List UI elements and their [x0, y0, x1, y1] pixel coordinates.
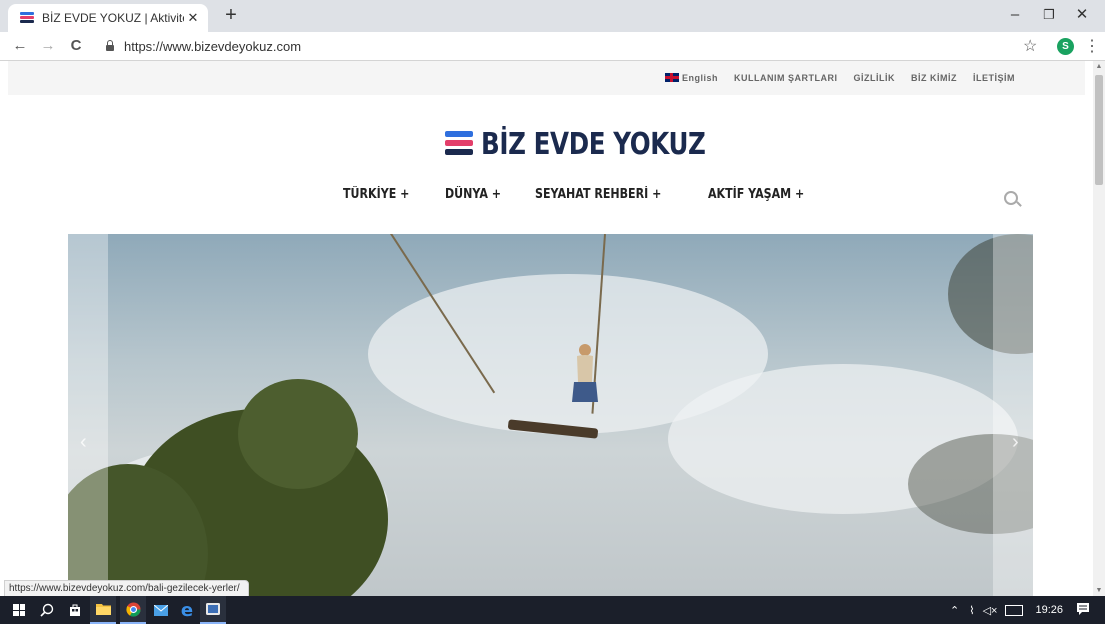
mail-icon[interactable] [148, 596, 174, 624]
logo-text: BİZ EVDE YOKUZ [481, 126, 706, 162]
edge-icon[interactable]: e [174, 596, 200, 624]
terms-link[interactable]: KULLANIM ŞARTLARI [734, 73, 838, 83]
address-bar[interactable]: https://www.bizevdeyokuz.com [102, 35, 1062, 57]
site-top-bar: English KULLANIM ŞARTLARI GİZLİLİK BİZ K… [8, 61, 1085, 95]
browser-toolbar: ← → C https://www.bizevdeyokuz.com ☆ S ⋮ [0, 32, 1105, 61]
start-button[interactable] [6, 596, 32, 624]
store-icon[interactable] [62, 596, 88, 624]
system-tray: ⌃ ⌇ ◁× 19:26 [950, 596, 1090, 624]
browser-tab[interactable]: BİZ EVDE YOKUZ | Aktivite, Mace ✕ [8, 4, 208, 32]
url-text: https://www.bizevdeyokuz.com [124, 38, 302, 54]
about-link[interactable]: BİZ KİMİZ [911, 73, 957, 83]
speaker-muted-icon[interactable]: ◁× [983, 604, 998, 617]
tray-chevron-up-icon[interactable]: ⌃ [950, 604, 959, 617]
slider-right-overlay [993, 234, 1033, 596]
nav-item-turkiye[interactable]: TÜRKİYE + [343, 187, 409, 202]
logo-mark-icon [445, 131, 473, 157]
scroll-up-icon[interactable]: ▲ [1093, 63, 1105, 70]
language-link[interactable]: English [664, 73, 718, 83]
tab-title: BİZ EVDE YOKUZ | Aktivite, Mace [42, 11, 184, 25]
back-button[interactable]: ← [8, 34, 32, 58]
windows-taskbar: e ⌃ ⌇ ◁× 19:26 [0, 596, 1105, 624]
photos-app-icon[interactable] [200, 596, 226, 624]
browser-tab-bar: BİZ EVDE YOKUZ | Aktivite, Mace ✕ + – ❐ … [0, 0, 1105, 32]
scroll-down-icon[interactable]: ▼ [1093, 587, 1105, 594]
contact-link[interactable]: İLETİŞİM [973, 73, 1015, 83]
bookmark-star-icon[interactable]: ☆ [1023, 36, 1037, 56]
top-links: English KULLANIM ŞARTLARI GİZLİLİK BİZ K… [664, 61, 1015, 95]
forward-button[interactable]: → [36, 34, 60, 58]
page-scrollbar[interactable]: ▲ ▼ [1093, 61, 1105, 596]
slider-next-icon[interactable]: › [1012, 431, 1019, 454]
tab-close-icon[interactable]: ✕ [184, 10, 202, 26]
main-navigation: TÜRKİYE + DÜNYA + SEYAHAT REHBERİ + AKTİ… [343, 187, 821, 202]
nav-item-seyahat-rehberi[interactable]: SEYAHAT REHBERİ + [535, 187, 661, 202]
file-explorer-icon[interactable] [90, 596, 116, 624]
wifi-icon[interactable]: ⌇ [969, 604, 974, 617]
nav-item-aktif-yasam[interactable]: AKTİF YAŞAM + [708, 187, 804, 202]
search-icon[interactable] [1004, 191, 1018, 205]
slider-prev-icon[interactable]: ‹ [80, 431, 87, 454]
swing-person-figure [572, 344, 598, 402]
close-window-button[interactable]: ✕ [1059, 0, 1105, 30]
clock-time[interactable]: 19:26 [1035, 604, 1063, 616]
page-viewport: English KULLANIM ŞARTLARI GİZLİLİK BİZ K… [0, 61, 1093, 596]
browser-menu-icon[interactable]: ⋮ [1084, 36, 1100, 56]
hero-slider-image[interactable] [68, 234, 1033, 596]
link-status-bubble: https://www.bizevdeyokuz.com/bali-gezile… [4, 580, 249, 596]
windows-logo-icon [13, 604, 25, 616]
site-logo[interactable]: BİZ EVDE YOKUZ [445, 126, 755, 162]
profile-avatar[interactable]: S [1057, 38, 1074, 55]
uk-flag-icon [664, 73, 679, 82]
keyboard-icon[interactable] [1005, 604, 1024, 616]
slider-left-overlay [68, 234, 108, 596]
scroll-thumb[interactable] [1095, 75, 1103, 185]
privacy-link[interactable]: GİZLİLİK [854, 73, 896, 83]
reload-button[interactable]: C [64, 34, 88, 58]
search-taskbar-icon[interactable] [34, 596, 60, 624]
site-favicon-icon [20, 12, 34, 24]
chrome-icon[interactable] [120, 596, 146, 624]
nav-item-dunya[interactable]: DÜNYA + [445, 187, 501, 202]
notifications-icon[interactable] [1077, 602, 1090, 618]
new-tab-button[interactable]: + [218, 2, 244, 28]
lock-icon [106, 40, 114, 51]
